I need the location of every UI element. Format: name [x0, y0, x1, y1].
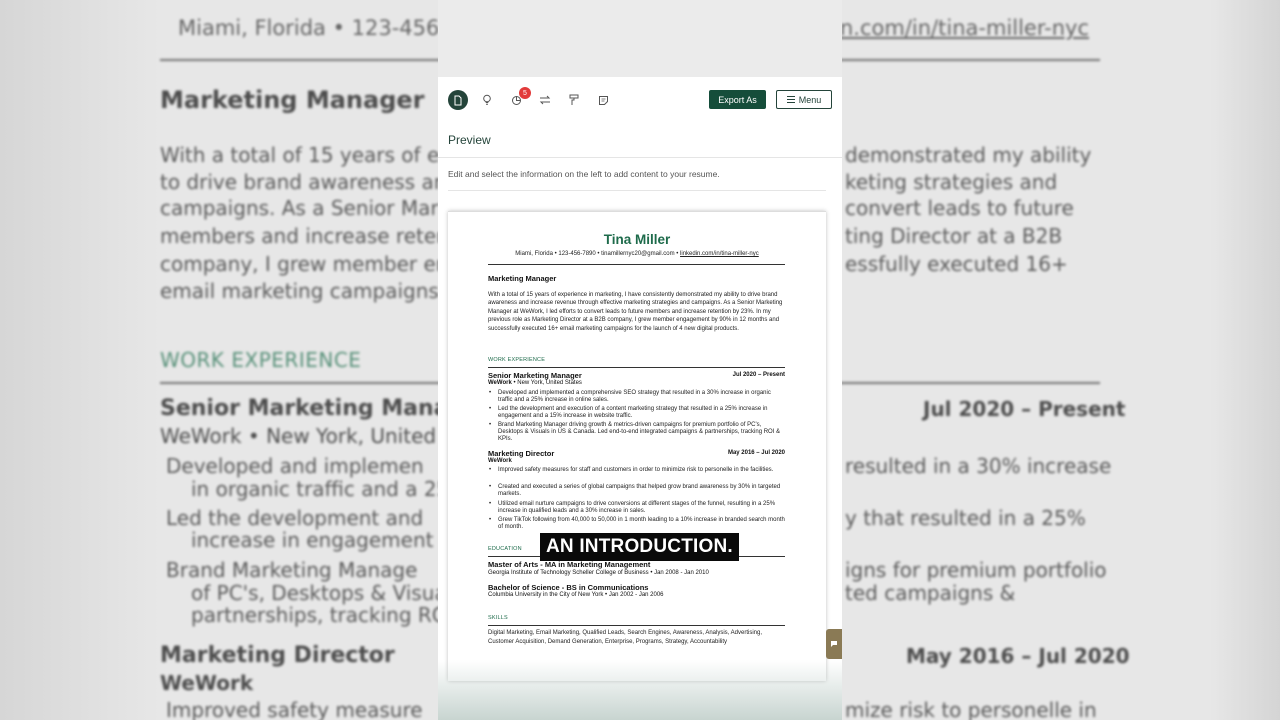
menu-button[interactable]: Menu	[776, 90, 832, 109]
job-bullet: Grew TikTok following from 40,000 to 50,…	[489, 517, 785, 531]
bg-bullet-right: y that resulted in a 25%	[845, 506, 1086, 530]
export-as-button[interactable]: Export As	[709, 90, 766, 109]
bg-contact-right: n.com/in/tina-miller-nyc	[840, 16, 1089, 40]
bg-para-line: campaigns. As a Senior Mark	[160, 196, 451, 220]
document-icon[interactable]	[448, 90, 468, 110]
panel-top-area	[438, 0, 842, 77]
feedback-icon	[831, 641, 837, 647]
resume-contact-text: Miami, Florida • 123-456-7890 • tinamill…	[515, 251, 681, 257]
degree-detail: Georgia Institute of Technology Scheller…	[488, 570, 709, 576]
bg-para-line: to drive brand awareness an	[160, 170, 447, 194]
divider	[448, 190, 826, 191]
company-name: WeWork	[488, 380, 512, 386]
bg-bullet-right: igns for premium portfolio	[845, 558, 1107, 582]
bg-job-date: May 2016 – Jul 2020	[906, 644, 1130, 668]
bg-bullet: in organic traffic and a 25	[191, 477, 450, 501]
bg-para-line: With a total of 15 years of exp	[160, 143, 464, 167]
bg-bullet: of PC's, Desktops & Visual	[191, 581, 453, 605]
bg-bullet: increase in engagement	[191, 528, 434, 552]
job-company: WeWork • New York, United States	[488, 380, 582, 386]
work-experience-heading: WORK EXPERIENCE	[488, 357, 546, 363]
job-bullet: Led the development and execution of a c…	[489, 406, 785, 420]
hamburger-icon	[786, 96, 795, 103]
resume-rule	[488, 264, 785, 265]
bg-bullet-right: resulted in a 30% increase	[845, 454, 1112, 478]
resume-summary: With a total of 15 years of experience i…	[488, 292, 783, 332]
feedback-tab[interactable]	[826, 629, 842, 659]
bg-para-line: email marketing campaigns	[160, 279, 439, 303]
bg-bullet: Brand Marketing Manage	[166, 558, 418, 582]
skills-list: Digital Marketing, Email Marketing, Qual…	[488, 630, 763, 645]
swap-icon[interactable]	[535, 90, 555, 110]
preview-title: Preview	[448, 133, 491, 147]
resume-name: Tina Miller	[603, 232, 671, 247]
job-title: Marketing Director	[488, 449, 555, 458]
menu-label: Menu	[798, 94, 822, 105]
lightbulb-icon[interactable]	[477, 90, 497, 110]
job-title: Senior Marketing Manager	[488, 371, 582, 380]
helper-text: Edit and select the information on the l…	[448, 169, 720, 179]
bottom-fade	[438, 660, 842, 720]
job-bullet: Brand Marketing Manager driving growth &…	[489, 422, 785, 442]
bg-para-right: essfully executed 16+	[845, 252, 1068, 276]
resume-contact: Miami, Florida • 123-456-7890 • tinamill…	[448, 251, 826, 257]
bg-bullet: partnerships, tracking RO	[191, 603, 448, 627]
left-fade	[0, 0, 160, 720]
job-dates: May 2016 – Jul 2020	[727, 450, 785, 456]
bg-job-title: Marketing Director	[160, 643, 395, 668]
job-bullet: Improved safety measures for staff and c…	[489, 467, 785, 474]
resume-rule	[488, 367, 785, 368]
right-fade	[1210, 0, 1280, 720]
resume-rule	[488, 625, 785, 626]
bg-bullet: Led the development and	[166, 506, 424, 530]
bg-para-right: demonstrated my ability	[845, 143, 1092, 167]
resume-title: Marketing Manager	[488, 274, 557, 283]
job-bullet: Utilized email nurture campaigns to driv…	[489, 501, 785, 515]
bg-para-right: ting Director at a B2B	[845, 224, 1063, 248]
bg-bullet-right: ted campaigns &	[845, 581, 1016, 605]
bg-para-right: convert leads to future	[845, 196, 1074, 220]
degree: Bachelor of Science - BS in Communicatio…	[488, 583, 649, 592]
resume-linkedin-link[interactable]: linkedin.com/in/tina-miller-nyc	[680, 251, 759, 257]
video-caption: AN INTRODUCTION.	[540, 533, 739, 561]
bg-bullet: Developed and implemen	[166, 454, 424, 478]
resume-preview-card[interactable]: Tina Miller Miami, Florida • 123-456-789…	[448, 211, 826, 681]
bg-section-heading: WORK EXPERIENCE	[160, 348, 362, 372]
bg-para-line: company, I grew member en	[160, 252, 449, 276]
bg-company: WeWork	[160, 671, 254, 695]
bg-para-line: members and increase reten	[160, 224, 449, 248]
job-bullet: Developed and implemented a comprehensiv…	[489, 390, 785, 404]
paint-roller-icon[interactable]	[564, 90, 584, 110]
bg-job-title: Senior Marketing Mana	[160, 396, 449, 421]
job-company: WeWork	[488, 458, 512, 464]
divider	[438, 157, 842, 158]
job-bullet: Created and executed a series of global …	[489, 484, 785, 498]
education-heading: EDUCATION	[488, 546, 522, 552]
bg-job-date: Jul 2020 – Present	[923, 397, 1126, 421]
bg-company: WeWork • New York, United S	[160, 424, 456, 448]
bg-contact-left: Miami, Florida • 123-456-78	[178, 16, 474, 40]
bg-bullet: Improved safety measure	[166, 698, 423, 720]
bg-para-right: keting strategies and	[845, 170, 1058, 194]
degree-detail: Columbia University in the City of New Y…	[488, 592, 664, 598]
resume-builder-panel: 5 Export As Menu Preview Edit and select…	[438, 0, 842, 720]
company-location: • New York, United States	[511, 380, 582, 386]
skills-heading: SKILLS	[488, 615, 508, 621]
degree: Master of Arts - MA in Marketing Managem…	[488, 560, 651, 569]
bg-heading: Marketing Manager	[160, 86, 425, 114]
note-icon[interactable]	[593, 90, 613, 110]
job-dates: Jul 2020 – Present	[732, 372, 785, 378]
bg-bullet-right: mize risk to personelle in	[845, 698, 1097, 720]
company-name: WeWork	[488, 458, 512, 464]
notification-badge: 5	[519, 87, 531, 99]
